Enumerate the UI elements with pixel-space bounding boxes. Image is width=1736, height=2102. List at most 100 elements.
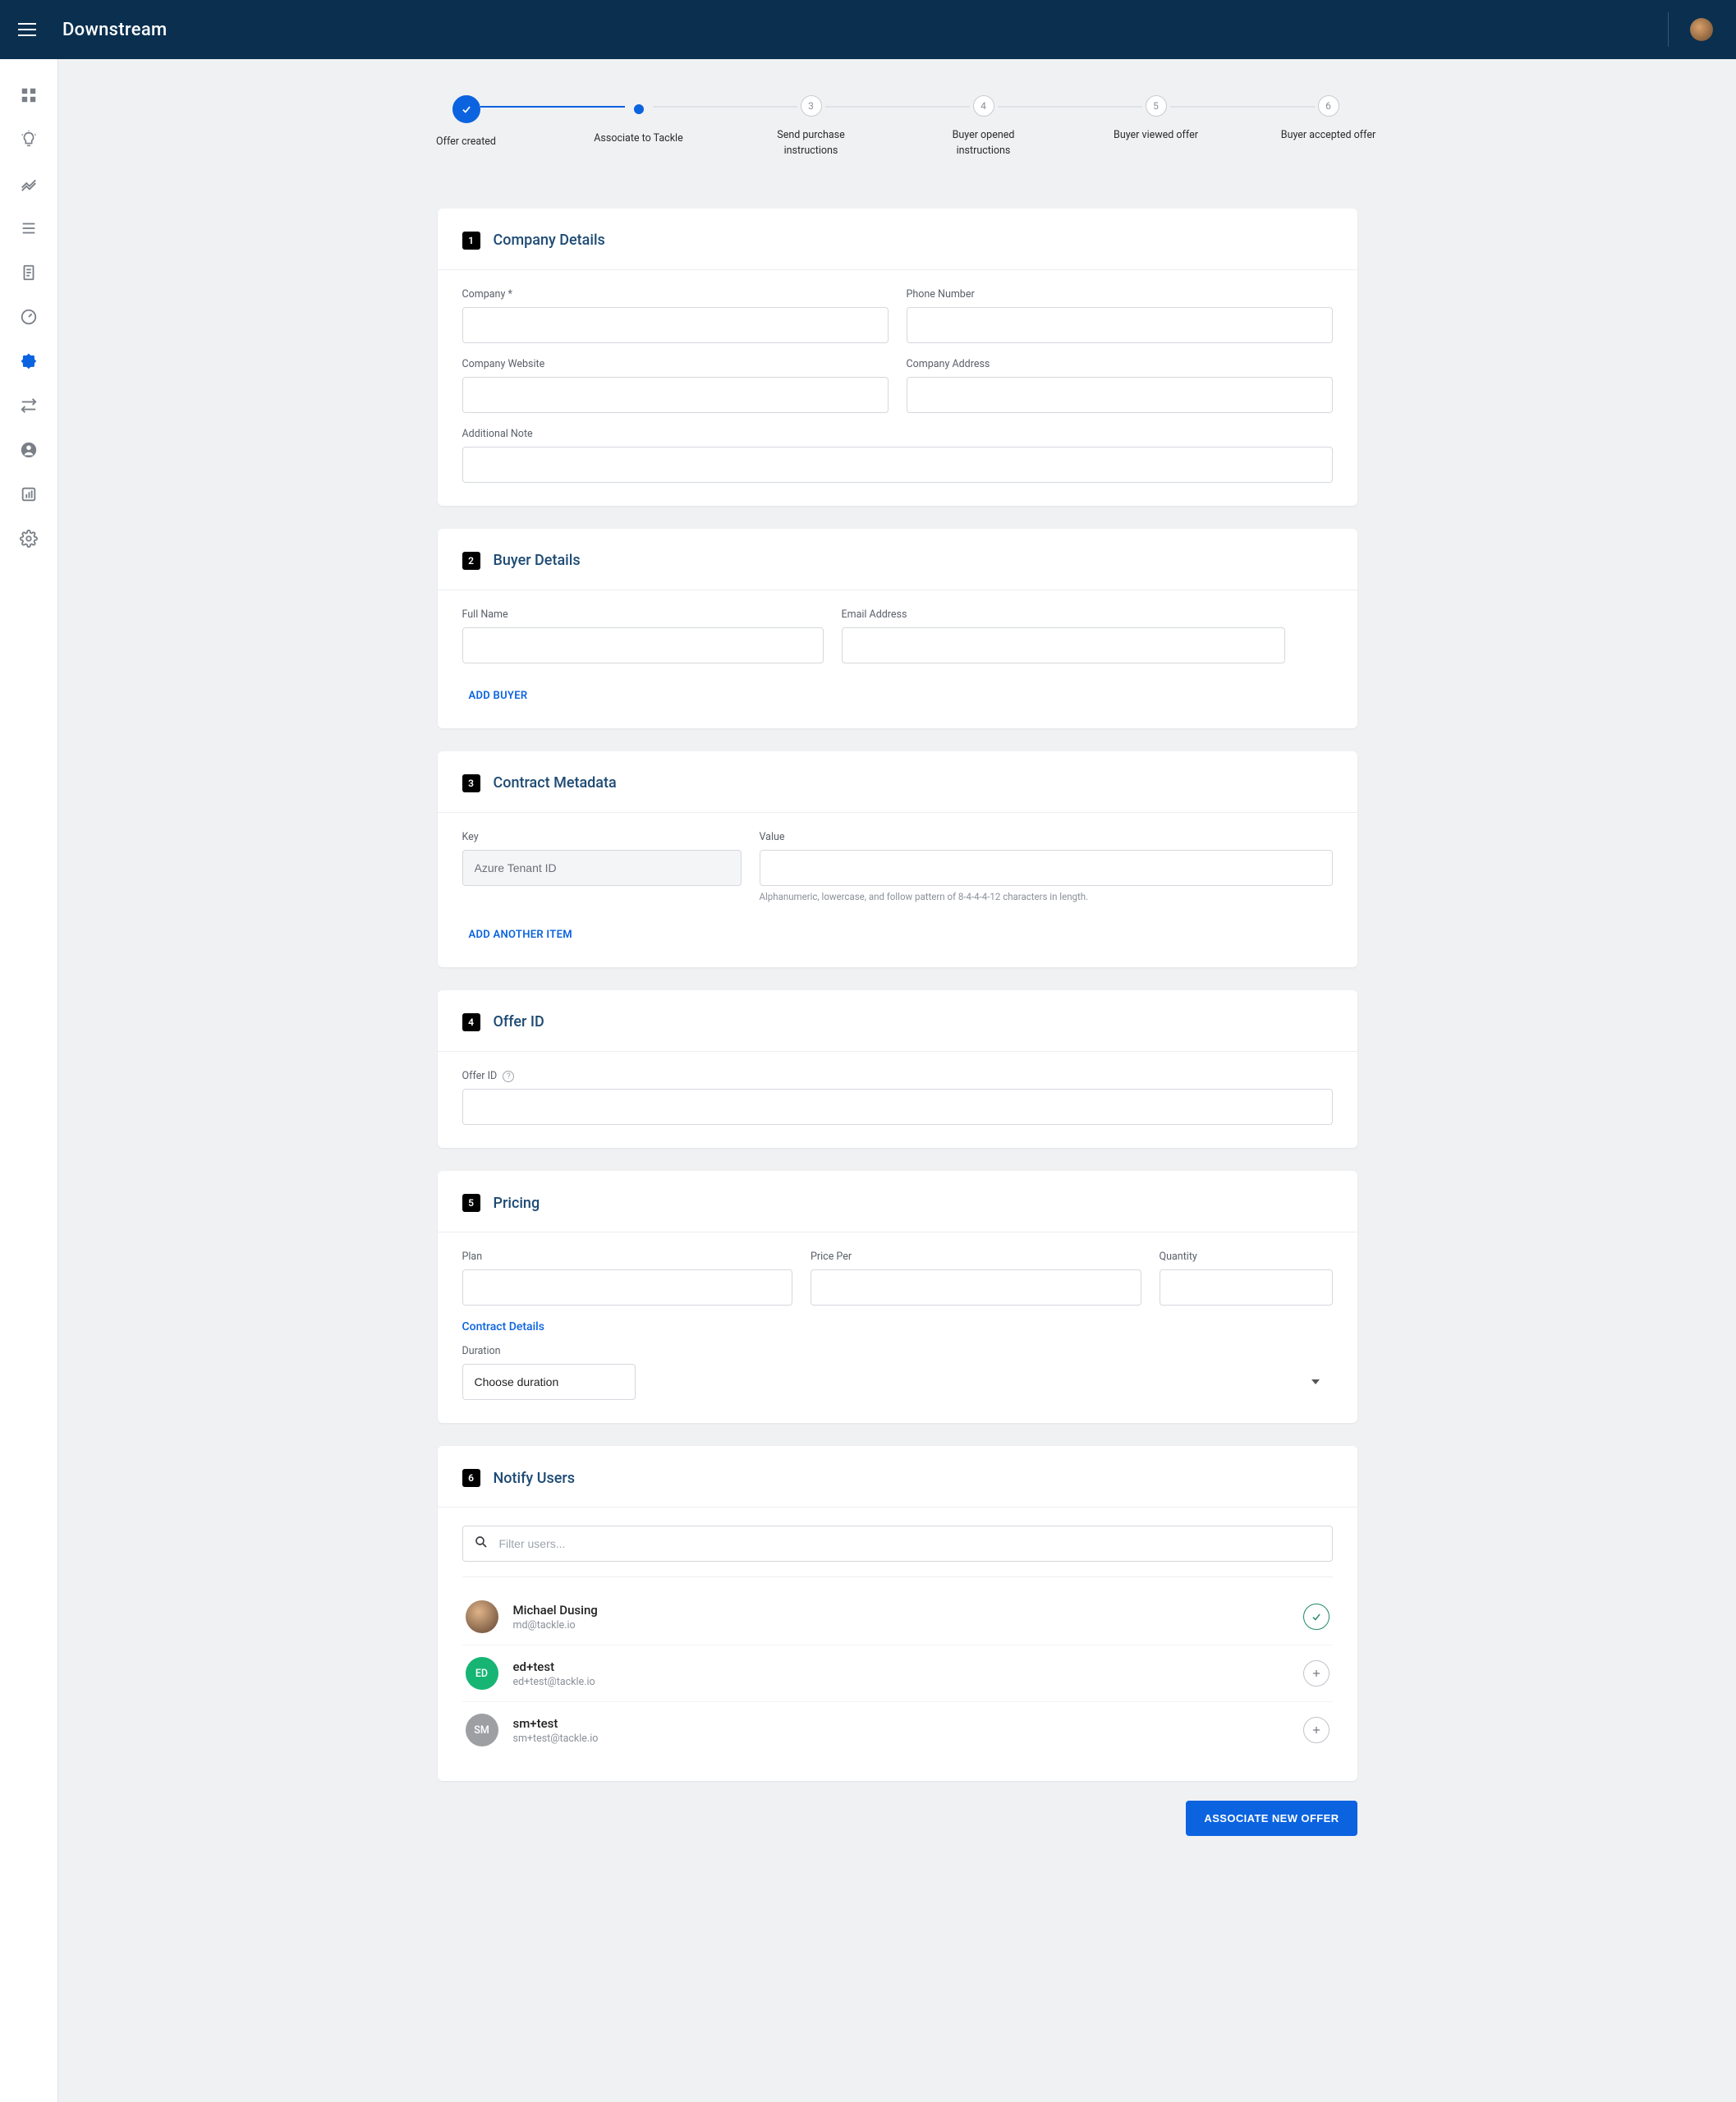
user-list-avatar: SM [466,1714,498,1746]
offer-id-title: Offer ID [494,1013,544,1030]
nav-document[interactable] [11,255,47,291]
quantity-label: Quantity [1160,1251,1333,1263]
account-icon [20,441,38,459]
user-info: Michael Dusingmd@tackle.io [513,1603,1288,1632]
associate-new-offer-button[interactable]: Associate New Offer [1186,1801,1357,1836]
user-name: ed+test [513,1659,1288,1674]
value-input[interactable] [760,850,1333,886]
check-icon [1311,1611,1322,1622]
address-input[interactable] [907,377,1333,413]
nav-settings[interactable] [11,521,47,557]
nav-account[interactable] [11,432,47,468]
company-details-title: Company Details [494,232,605,249]
menu-toggle[interactable] [18,19,39,40]
user-info: ed+test ed+test@tackle.io [513,1659,1288,1688]
nav-speed[interactable] [11,299,47,335]
step-associate-tackle: Associate to Tackle [553,95,725,159]
quantity-input[interactable] [1160,1269,1333,1306]
card-pricing: 5 Pricing Plan Price Per [438,1171,1357,1423]
bar-chart-icon [20,485,38,503]
buyer-details-title: Buyer Details [494,552,581,569]
grid-icon [20,86,38,104]
card-notify-users: 6 Notify Users Michael Dusingmd@tackle.i… [438,1446,1357,1781]
progress-stepper: Offer created Associate to Tackle 3 Send… [380,95,1415,159]
user-info: sm+testsm+test@tackle.io [513,1716,1288,1745]
user-avatar[interactable] [1690,18,1713,41]
duration-select[interactable] [462,1364,636,1400]
user-row: SM sm+testsm+test@tackle.io [462,1701,1333,1758]
plus-icon [1311,1668,1322,1679]
full-name-input[interactable] [462,627,824,663]
add-item-button[interactable]: Add Another Item [462,917,579,944]
phone-label: Phone Number [907,288,1333,301]
user-email: md@tackle.io [513,1619,1288,1632]
topbar-divider [1668,12,1669,47]
swap-icon [20,397,38,415]
website-label: Company Website [462,358,889,370]
step-send-instructions: 3 Send purchase instructions [725,95,898,159]
full-name-label: Full Name [462,608,824,621]
info-icon[interactable]: ? [503,1071,514,1082]
website-input[interactable] [462,377,889,413]
filter-users-input[interactable] [462,1526,1333,1562]
offer-badge-icon [20,352,38,370]
nav-insights[interactable] [11,122,47,158]
main-content: Offer created Associate to Tackle 3 Send… [58,59,1736,2102]
step-buyer-accepted: 6 Buyer accepted offer [1242,95,1415,159]
address-label: Company Address [907,358,1333,370]
step-offer-created: Offer created [380,95,553,159]
user-row: Michael Dusingmd@tackle.io [462,1589,1333,1645]
user-add-toggle[interactable] [1303,1660,1330,1687]
email-label: Email Address [842,608,1285,621]
brand: Downstream [62,20,167,40]
phone-input[interactable] [907,307,1333,343]
price-per-input[interactable] [811,1269,1141,1306]
company-label: Company * [462,288,889,301]
list-icon [20,219,38,237]
price-per-label: Price Per [811,1251,1141,1263]
email-input[interactable] [842,627,1285,663]
add-buyer-button[interactable]: Add Buyer [462,678,535,705]
value-label: Value [760,831,1333,843]
lightbulb-icon [20,131,38,149]
nav-reports[interactable] [11,476,47,512]
divider [462,1576,1333,1577]
user-name: sm+test [513,1716,1288,1731]
topbar: Downstream [0,0,1736,59]
nav-transfer[interactable] [11,388,47,424]
pricing-title: Pricing [494,1195,540,1212]
user-email: ed+test@tackle.io [513,1676,1288,1688]
user-list-avatar [466,1600,498,1633]
gear-icon [20,530,38,548]
chevron-down-icon [1311,1379,1320,1384]
card-buyer-details: 2 Buyer Details Full Name Email Address [438,529,1357,728]
user-list-avatar: ED [466,1657,498,1690]
check-icon [461,103,472,115]
key-label: Key [462,831,742,843]
file-icon [20,264,38,282]
key-input [462,850,742,886]
users-list: Michael Dusingmd@tackle.ioEDed+tested+te… [462,1589,1333,1758]
offer-id-input[interactable] [462,1089,1333,1125]
company-input[interactable] [462,307,889,343]
note-input[interactable] [462,447,1333,483]
notify-users-title: Notify Users [494,1470,576,1487]
contract-details-heading: Contract Details [462,1320,1333,1333]
step-buyer-viewed: 5 Buyer viewed offer [1070,95,1242,159]
contract-metadata-title: Contract Metadata [494,774,617,792]
search-icon [474,1535,489,1553]
sidebar [0,59,58,2102]
user-selected-toggle[interactable] [1303,1604,1330,1630]
plan-input[interactable] [462,1269,793,1306]
nav-offers[interactable] [11,343,47,379]
card-offer-id: 4 Offer ID Offer ID ? [438,990,1357,1149]
user-add-toggle[interactable] [1303,1717,1330,1743]
nav-dashboard[interactable] [11,77,47,113]
plan-label: Plan [462,1251,793,1263]
value-hint: Alphanumeric, lowercase, and follow patt… [760,891,1333,902]
user-name: Michael Dusing [513,1603,1288,1618]
step-buyer-opened: 4 Buyer opened instructions [898,95,1070,159]
nav-analytics[interactable] [11,166,47,202]
gauge-icon [20,308,38,326]
nav-list[interactable] [11,210,47,246]
